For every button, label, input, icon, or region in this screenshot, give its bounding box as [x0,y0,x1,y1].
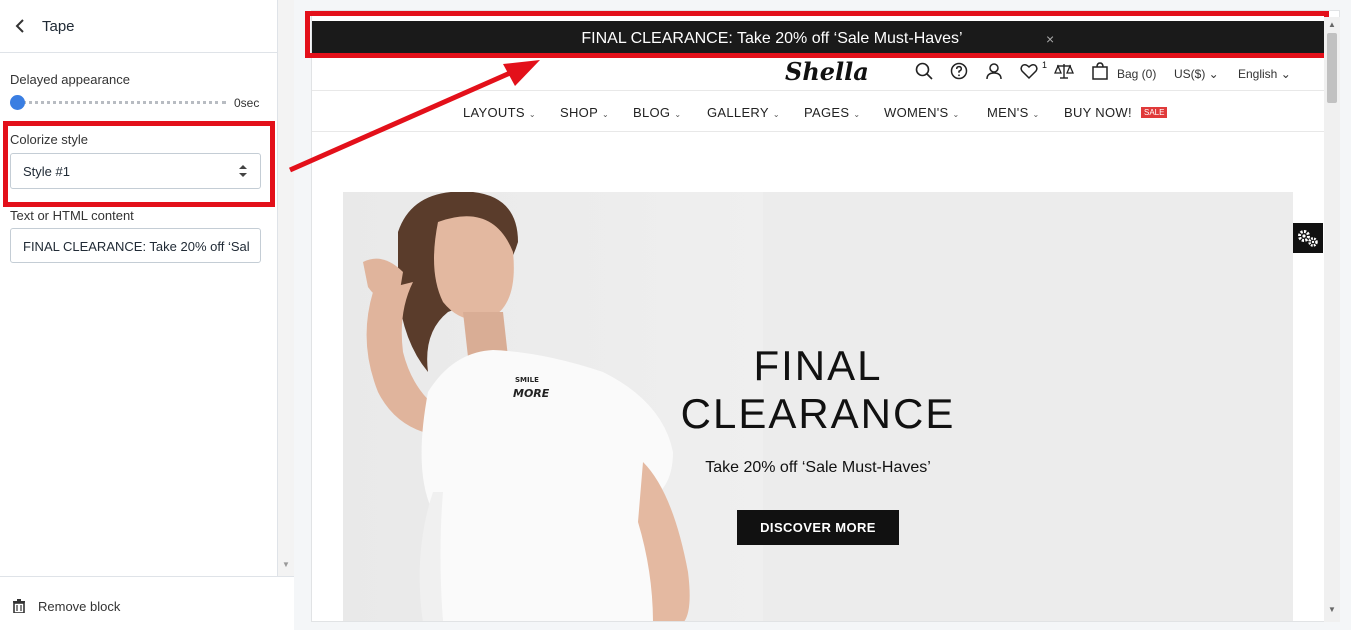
shirt-print-line2: MORE [513,387,550,400]
content-input-value: FINAL CLEARANCE: Take 20% off ‘Sal [23,239,250,254]
gear-icon[interactable] [1293,223,1323,253]
nav-shop[interactable]: SHOP ⌄ [560,105,609,120]
chevron-down-icon: ⌄ [772,110,780,119]
chevron-down-icon: ⌄ [1032,110,1040,119]
hero-banner: SMILE MORE FINAL CLEARANCE Take 20% off … [343,192,1293,621]
trash-icon[interactable] [12,599,26,614]
delay-slider-track[interactable] [16,101,226,105]
nav-gallery-label: GALLERY [707,105,769,120]
shirt-print-line1: SMILE [515,376,539,384]
hero-title-line2: CLEARANCE [680,390,956,437]
discover-more-button[interactable]: DISCOVER MORE [737,510,899,545]
chevron-down-icon: ⌄ [528,110,536,119]
compare-icon[interactable] [1054,62,1074,80]
nav-blog[interactable]: BLOG ⌄ [633,105,681,120]
delay-value: 0sec [234,96,260,110]
bag-icon[interactable] [1091,62,1109,80]
heart-icon[interactable] [1020,62,1038,80]
editor-panel: Tape Delayed appearance 0sec Colorize st… [0,0,278,630]
scroll-up-icon[interactable]: ▲ [1328,20,1336,29]
chevron-down-icon: ⌄ [674,110,682,119]
nav-pages[interactable]: PAGES ⌄ [804,105,860,120]
delay-slider-thumb[interactable] [10,95,25,110]
highlight-box-colorize [3,121,275,207]
scroll-down-icon[interactable]: ▼ [1328,605,1336,614]
search-icon[interactable] [915,62,933,80]
scrollbar-thumb[interactable] [1327,33,1337,103]
nav-shop-label: SHOP [560,105,599,120]
chevron-down-icon: ⌄ [853,110,861,119]
panel-header: Tape [0,0,277,53]
highlight-box-tape [305,11,1329,58]
chevron-left-icon[interactable] [10,16,30,36]
hero-title-line1: FINAL [753,342,883,389]
language-selector[interactable]: English ⌄ [1238,67,1291,81]
site-header: Shella 1 Bag (0) US($) ⌄ English ⌄ [312,57,1326,91]
store-logo[interactable]: Shella [785,57,869,86]
nav-layouts-label: LAYOUTS [463,105,525,120]
main-nav: LAYOUTS ⌄ SHOP ⌄ BLOG ⌄ GALLERY ⌄ PAGES ⌄ WOM… [312,92,1326,132]
content-input[interactable]: FINAL CLEARANCE: Take 20% off ‘Sal [10,228,261,263]
nav-mens-label: MEN'S [987,105,1029,120]
preview-scrollbar[interactable]: ▲ ▼ [1324,17,1340,622]
user-icon[interactable] [985,62,1003,80]
nav-blog-label: BLOG [633,105,671,120]
chevron-down-icon: ⌄ [952,110,960,119]
panel-footer: Remove block [0,576,294,630]
bag-link[interactable]: Bag (0) [1117,67,1156,81]
store-preview-frame: FINAL CLEARANCE: Take 20% off ‘Sale Must… [311,10,1340,622]
app-root: Tape Delayed appearance 0sec Colorize st… [0,0,1351,630]
nav-layouts[interactable]: LAYOUTS ⌄ [463,105,536,120]
currency-selector[interactable]: US($) ⌄ [1174,67,1219,81]
nav-buy-now[interactable]: BUY NOW! [1064,105,1132,120]
hero-title: FINAL CLEARANCE [653,342,983,438]
panel-scrollbar[interactable]: ▼ [278,0,294,576]
remove-block-button[interactable]: Remove block [38,599,120,614]
nav-mens[interactable]: MEN'S ⌄ [987,105,1040,120]
scroll-down-icon[interactable]: ▼ [282,560,290,569]
nav-womens[interactable]: WOMEN'S ⌄ [884,105,960,120]
chevron-down-icon: ⌄ [602,110,610,119]
hero-subtitle: Take 20% off ‘Sale Must-Haves’ [705,459,931,476]
nav-gallery[interactable]: GALLERY ⌄ [707,105,780,120]
nav-womens-label: WOMEN'S [884,105,949,120]
delay-label: Delayed appearance [10,72,130,87]
panel-title: Tape [42,18,75,35]
help-icon[interactable] [950,62,968,80]
wishlist-count: 1 [1042,60,1048,70]
content-label: Text or HTML content [10,208,134,223]
sale-badge: SALE [1141,107,1168,118]
nav-pages-label: PAGES [804,105,850,120]
